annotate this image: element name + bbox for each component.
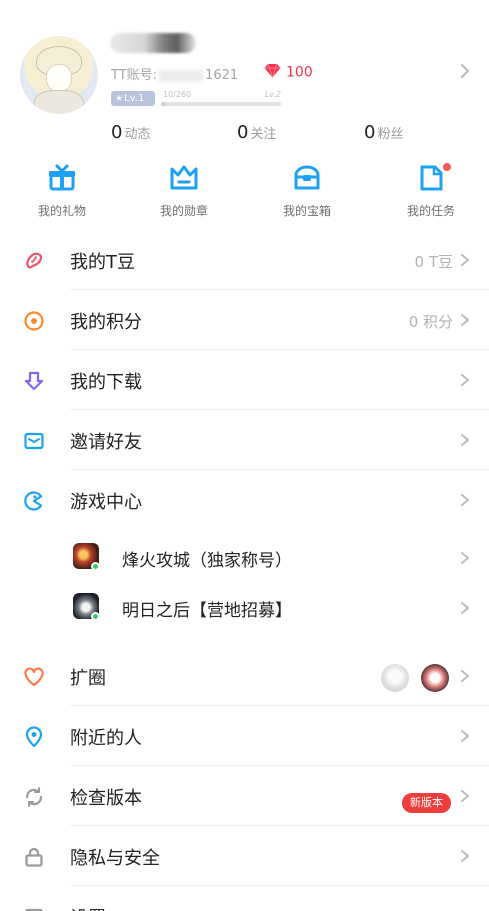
crown-icon bbox=[170, 165, 198, 190]
gem-balance: 100 bbox=[264, 63, 313, 82]
points-balance: 0 积分 bbox=[408, 313, 453, 331]
heart-icon bbox=[24, 667, 44, 687]
chevron-right-icon bbox=[461, 374, 469, 386]
menu-item-game-center[interactable]: 游戏中心 bbox=[0, 470, 489, 530]
avatar bbox=[381, 664, 409, 692]
menu-item-downloads[interactable]: 我的下载 bbox=[0, 350, 489, 410]
quick-action-tasks[interactable]: 我的任务 bbox=[386, 160, 476, 224]
stat-posts[interactable]: 0 动态 bbox=[111, 122, 150, 143]
stat-following[interactable]: 0 关注 bbox=[237, 122, 276, 143]
chevron-right-icon[interactable] bbox=[458, 60, 472, 82]
chevron-right-icon bbox=[461, 314, 469, 326]
online-status-dot bbox=[91, 612, 100, 621]
star-icon: ★ bbox=[115, 94, 124, 104]
chevron-right-icon bbox=[461, 850, 469, 862]
tt-account-id: TT账号: 1621 bbox=[111, 64, 238, 83]
mail-icon bbox=[24, 432, 44, 450]
quick-action-treasure[interactable]: 我的宝箱 bbox=[262, 160, 352, 224]
menu-item-check-version[interactable]: 检查版本 新版本 bbox=[0, 766, 489, 826]
quick-action-gifts[interactable]: 我的礼物 bbox=[17, 160, 107, 224]
gift-icon bbox=[49, 164, 75, 191]
chevron-right-icon bbox=[461, 670, 469, 682]
game-center-icon bbox=[24, 491, 43, 511]
points-icon bbox=[24, 311, 44, 331]
stats-bar: 0 动态 0 关注 0 粉丝 bbox=[0, 122, 489, 150]
download-icon bbox=[24, 371, 44, 391]
chevron-right-icon bbox=[461, 552, 469, 564]
menu-item-expand-circle[interactable]: 扩圈 bbox=[0, 646, 489, 706]
gem-icon bbox=[264, 63, 281, 82]
quick-action-medals[interactable]: 我的勋章 bbox=[139, 160, 229, 224]
chevron-right-icon bbox=[461, 254, 469, 266]
avatar bbox=[421, 664, 449, 692]
game-item-fenghuo[interactable]: 烽火攻城（独家称号） bbox=[0, 534, 489, 584]
menu-item-invite[interactable]: 邀请好友 bbox=[0, 410, 489, 470]
tt-id-label: TT账号: bbox=[111, 68, 158, 83]
bean-icon bbox=[26, 252, 43, 269]
treasure-chest-icon bbox=[294, 165, 320, 190]
location-pin-icon bbox=[25, 726, 43, 748]
game-item-mingri[interactable]: 明日之后【营地招募】 bbox=[0, 584, 489, 634]
stat-followers[interactable]: 0 粉丝 bbox=[364, 122, 403, 143]
notification-dot bbox=[443, 163, 451, 171]
xp-current: 10/260 bbox=[163, 90, 192, 99]
menu-item-tdou[interactable]: 我的T豆 0 T豆 bbox=[0, 230, 489, 290]
level-badge: ★Lv.1 bbox=[111, 91, 155, 106]
tt-id-value: 1621 bbox=[205, 68, 239, 83]
chevron-right-icon bbox=[461, 602, 469, 614]
chevron-right-icon bbox=[461, 494, 469, 506]
chevron-right-icon bbox=[461, 730, 469, 742]
menu-item-points[interactable]: 我的积分 0 积分 bbox=[0, 290, 489, 350]
task-icon bbox=[420, 165, 443, 191]
profile-header[interactable]: TT账号: 1621 100 ★Lv.1 10/260 Lv.2 bbox=[0, 0, 489, 125]
nickname-redacted bbox=[110, 33, 196, 53]
settings-icon bbox=[25, 908, 43, 911]
tdou-balance: 0 T豆 bbox=[414, 253, 453, 271]
menu-item-privacy[interactable]: 隐私与安全 bbox=[0, 826, 489, 886]
new-version-badge: 新版本 bbox=[402, 793, 451, 813]
lock-icon bbox=[25, 847, 43, 867]
menu-item-nearby[interactable]: 附近的人 bbox=[0, 706, 489, 766]
menu-item-settings[interactable]: 设置 bbox=[0, 886, 489, 911]
xp-next-level: Lv.2 bbox=[264, 90, 281, 99]
online-status-dot bbox=[91, 562, 100, 571]
quick-actions: 我的礼物 我的勋章 我的宝箱 我的任务 bbox=[0, 160, 489, 226]
xp-progress: 10/260 Lv.2 bbox=[161, 90, 281, 108]
chevron-right-icon bbox=[461, 790, 469, 802]
avatar[interactable] bbox=[20, 36, 98, 114]
xp-fill bbox=[161, 102, 166, 106]
refresh-icon bbox=[25, 787, 43, 807]
chevron-right-icon bbox=[461, 434, 469, 446]
